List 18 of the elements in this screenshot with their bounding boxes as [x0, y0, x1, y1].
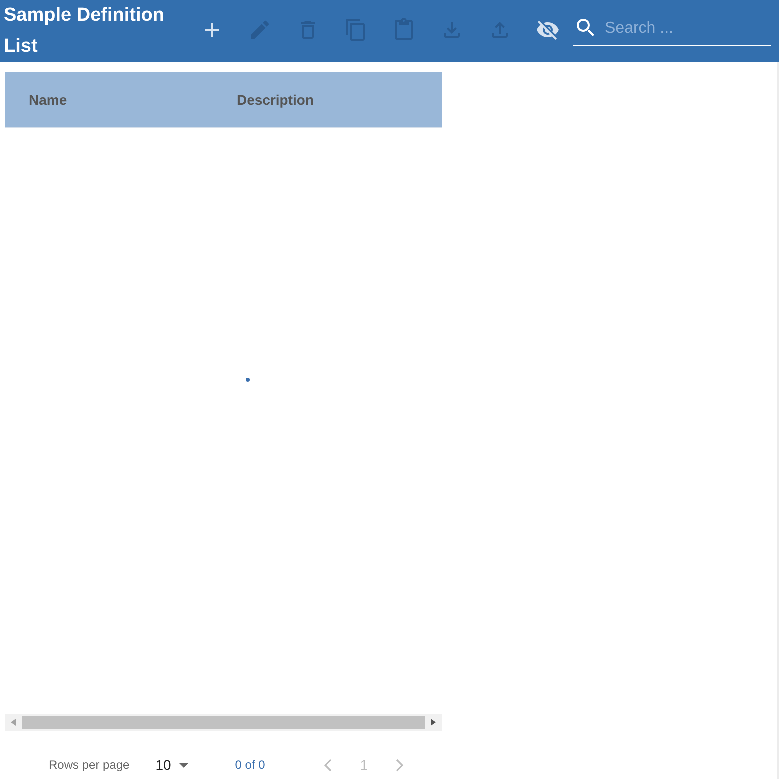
chevron-right-icon: [396, 758, 404, 772]
page-range: 0 of 0: [235, 758, 266, 772]
scroll-left-icon[interactable]: [11, 719, 16, 726]
rows-per-page-select[interactable]: 10: [156, 757, 190, 773]
column-header[interactable]: Description: [213, 92, 442, 108]
chevron-left-icon: [324, 758, 332, 772]
caret-icon: [179, 762, 190, 768]
clipboard-icon: [392, 18, 416, 42]
page-number: 1: [359, 757, 370, 773]
scroll-right-icon[interactable]: [431, 719, 436, 726]
eye-off-icon: [536, 18, 560, 42]
page-title: Sample Definition List: [3, 4, 166, 59]
scrollbar-thumb[interactable]: [22, 716, 425, 729]
rows-per-page-label: Rows per page: [49, 758, 130, 772]
pencil-icon: [248, 18, 272, 42]
scrollbar-track[interactable]: [5, 714, 442, 731]
column-header[interactable]: Name: [5, 92, 213, 108]
copy-icon: [344, 18, 368, 42]
